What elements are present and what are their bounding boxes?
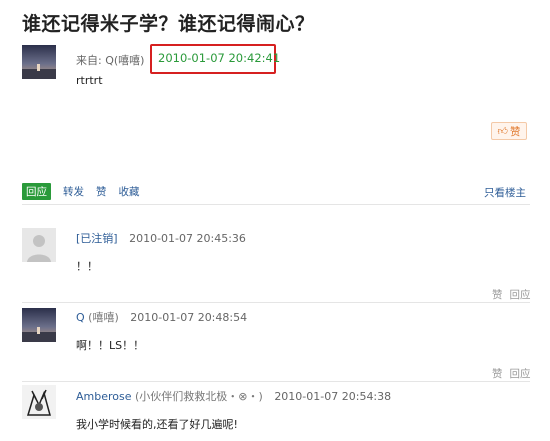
author-avatar[interactable]	[22, 45, 56, 79]
divider	[22, 204, 530, 205]
comment-user[interactable]: Q	[76, 311, 85, 324]
reply-tab[interactable]: 回应	[22, 183, 51, 200]
comment-avatar[interactable]	[22, 385, 56, 419]
comment-meta: Q (嘻嘻) 2010-01-07 20:48:54	[76, 309, 247, 325]
thumbs-up-icon: 👍︎	[497, 126, 508, 137]
post-title: 谁还记得米子学？谁还记得闹心？	[22, 13, 315, 35]
comment-time: 2010-01-07 20:54:38	[274, 390, 392, 403]
comment-time: 2010-01-07 20:48:54	[130, 311, 248, 324]
comment-nickname: (小伙伴们救救北极・⊗・)	[135, 390, 263, 403]
like-link[interactable]: 赞	[96, 184, 107, 199]
comment-meta: [已注销] 2010-01-07 20:45:36	[76, 230, 246, 246]
divider	[22, 302, 530, 303]
comment-meta: Amberose (小伙伴们救救北极・⊗・) 2010-01-07 20:54:…	[76, 388, 391, 404]
comment-actions: 赞回应	[492, 287, 531, 302]
comment-text: 我小学时候看的,还看了好几遍呢!	[76, 418, 238, 431]
share-link[interactable]: 转发	[63, 184, 84, 199]
comment-reply-link[interactable]: 回应	[510, 289, 531, 301]
comment-like-link[interactable]: 赞	[492, 289, 503, 301]
action-bar: 回应 转发 赞 收藏	[22, 183, 152, 200]
comment-actions: 赞回应	[492, 366, 531, 381]
divider	[22, 381, 530, 382]
like-button-label: 赞	[509, 125, 521, 138]
post-date: 2010-01-07 20:42:41	[158, 51, 281, 65]
comment-nickname: (嘻嘻)	[88, 311, 119, 324]
comment-text: 啊！！LS！！	[76, 339, 145, 352]
comment-avatar[interactable]	[22, 308, 56, 342]
post-content: rtrtrt	[76, 74, 103, 87]
collect-link[interactable]: 收藏	[119, 184, 140, 199]
only-author-link[interactable]: 只看楼主	[484, 185, 526, 200]
author-name[interactable]: Q(嘻嘻)	[105, 54, 144, 67]
from-label: 来自:	[76, 54, 102, 67]
comment-reply-link[interactable]: 回应	[510, 368, 531, 380]
like-button[interactable]: 👍︎ 赞	[491, 122, 527, 140]
post-meta: 来自: Q(嘻嘻)	[76, 52, 144, 68]
comment-user[interactable]: Amberose	[76, 390, 132, 403]
comment-like-link[interactable]: 赞	[492, 368, 503, 380]
comment-time: 2010-01-07 20:45:36	[129, 232, 246, 245]
comment-avatar[interactable]	[22, 228, 56, 262]
comment-text: ！！	[76, 260, 98, 273]
comment-user[interactable]: [已注销]	[76, 232, 118, 245]
